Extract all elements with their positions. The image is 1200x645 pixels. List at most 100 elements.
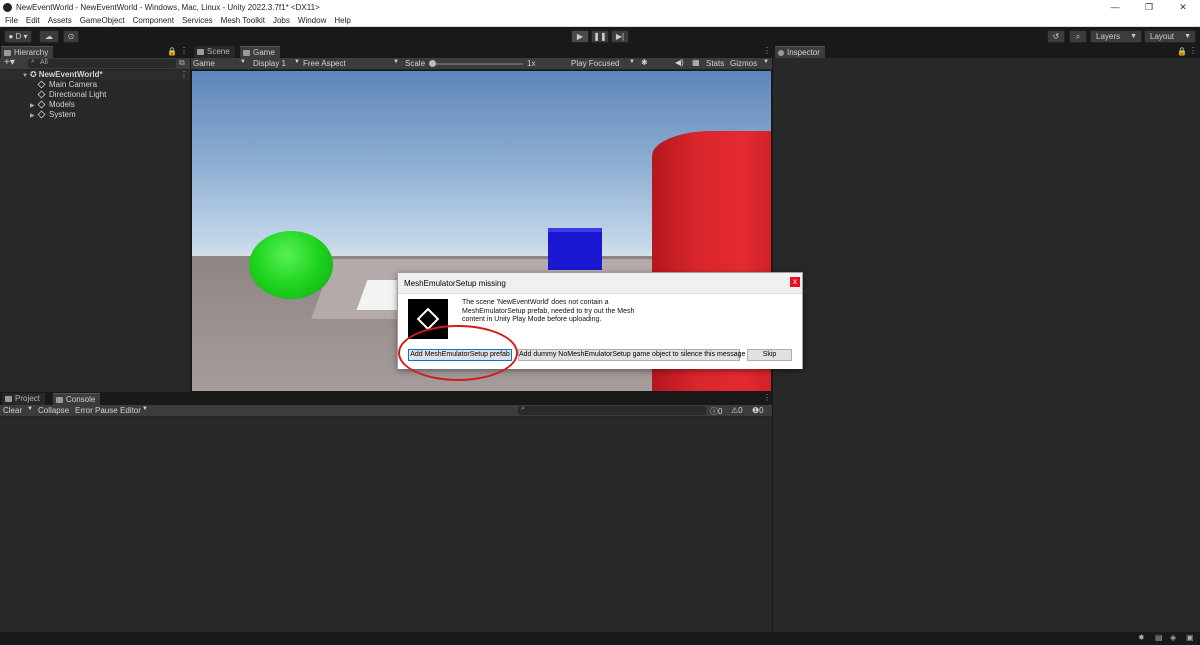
blue-cube (548, 228, 602, 270)
collapse-toggle[interactable]: Collapse (38, 406, 69, 415)
tab-inspector[interactable]: Inspector (775, 46, 825, 58)
tab-game[interactable]: Game (240, 46, 280, 58)
clear-dropdown[interactable]: Clear ▼ (3, 406, 35, 415)
hierarchy-item-models[interactable]: ▶ Models (0, 100, 75, 110)
window-title: NewEventWorld - NewEventWorld - Windows,… (16, 2, 320, 12)
editor-dropdown[interactable]: Editor ▼ (120, 406, 150, 415)
play-button[interactable]: ▶ (571, 30, 589, 43)
console-icon (56, 396, 63, 403)
play-focused-dropdown[interactable]: Play Focused ▼ (571, 59, 637, 68)
hierarchy-search-input[interactable]: ⌕ All (28, 58, 176, 68)
green-sphere (249, 231, 333, 299)
lock-icon[interactable]: 🔒 (1177, 47, 1187, 56)
hierarchy-item-main-camera[interactable]: Main Camera (0, 80, 97, 90)
log-count-toggle[interactable]: ⓘ0 (710, 406, 722, 417)
pause-icon: ❚❚ (593, 32, 607, 41)
step-button[interactable]: ▶| (611, 30, 629, 43)
menu-gameobject[interactable]: GameObject (80, 16, 125, 25)
chevron-down-icon: ▼ (1130, 33, 1137, 40)
more-options-icon[interactable]: ⋮ (180, 70, 188, 80)
menu-edit[interactable]: Edit (26, 16, 40, 25)
menu-mesh-toolkit[interactable]: Mesh Toolkit (221, 16, 265, 25)
dialog-close-button[interactable]: x (790, 277, 800, 287)
list-icon (4, 49, 11, 56)
add-plus-icon[interactable]: +▾ (4, 57, 15, 68)
cache-server-icon[interactable]: ▤ (1155, 633, 1163, 642)
chevron-down-icon: ▼ (294, 59, 300, 65)
main-toolbar: ● D ▾ ☁ ⊙ ▶ ❚❚ ▶| ↺ ⌕ Layers ▼ Layout ▼ (0, 28, 1200, 45)
hierarchy-item-system[interactable]: ▶ System (0, 110, 76, 120)
chevron-down-icon: ▼ (1184, 33, 1191, 40)
aspect-dropdown[interactable]: Free Aspect ▼ (303, 59, 401, 68)
tab-console[interactable]: Console (53, 393, 101, 405)
collab-icon: ⊙ (67, 32, 75, 41)
history-button[interactable]: ↺ (1047, 30, 1065, 43)
menu-component[interactable]: Component (133, 16, 174, 25)
gamepad-icon (243, 49, 250, 56)
lock-icon[interactable]: 🔒 (167, 47, 177, 56)
more-options-icon[interactable]: ⋮ (1189, 46, 1197, 55)
cloud-button[interactable]: ☁ (39, 30, 59, 43)
collab-button[interactable]: ⊙ (63, 30, 79, 43)
history-icon: ↺ (1052, 32, 1060, 41)
gizmos-dropdown[interactable]: Gizmos ▼ (730, 59, 770, 68)
hierarchy-toolbar: +▾ ⌕ All ⧉ (0, 57, 190, 70)
tab-scene[interactable]: Scene (194, 46, 235, 58)
console-search-input[interactable]: ⌕ (518, 405, 706, 415)
account-icon: ● (8, 32, 14, 41)
unity-logo-icon (3, 2, 12, 12)
error-pause-toggle[interactable]: Error Pause (75, 406, 118, 415)
menu-help[interactable]: Help (334, 16, 350, 25)
chevron-down-icon: ▼ (142, 406, 148, 412)
more-options-icon[interactable]: ⋮ (763, 393, 771, 402)
minimize-button[interactable]: — (1098, 0, 1132, 14)
shortcuts-icon[interactable]: ▦ (692, 58, 700, 67)
audio-mute-icon[interactable]: ◀) (675, 58, 684, 67)
add-dummy-button[interactable]: Add dummy NoMeshEmulatorSetup game objec… (518, 349, 745, 361)
menu-jobs[interactable]: Jobs (273, 16, 290, 25)
tab-project[interactable]: Project (2, 393, 45, 405)
menu-services[interactable]: Services (182, 16, 213, 25)
account-dropdown[interactable]: ● D ▾ (4, 30, 32, 43)
menu-file[interactable]: File (5, 16, 18, 25)
menu-window[interactable]: Window (298, 16, 326, 25)
game-view-dropdown[interactable]: Game ▼ (193, 59, 247, 68)
scale-slider-handle[interactable] (429, 60, 436, 67)
search-icon: ⌕ (31, 58, 35, 65)
dialog-title: MeshEmulatorSetup missing (404, 279, 506, 288)
close-window-button[interactable]: ✕ (1166, 0, 1200, 14)
chevron-down-icon: ▼ (629, 59, 635, 65)
layers-dropdown[interactable]: Layers ▼ (1090, 30, 1142, 43)
more-options-icon[interactable]: ⋮ (763, 46, 771, 55)
more-options-icon[interactable]: ⋮ (180, 46, 188, 55)
info-icon (778, 49, 784, 56)
search-icon: ⌕ (1075, 32, 1081, 41)
skip-button[interactable]: Skip (747, 349, 792, 361)
search-by-type-icon[interactable]: ⧉ (179, 58, 185, 68)
window-title-bar: NewEventWorld - NewEventWorld - Windows,… (0, 0, 1200, 14)
stats-button[interactable]: Stats (706, 59, 724, 68)
lighting-icon[interactable]: ✸ (1138, 633, 1145, 642)
status-bar: ✸ ▤ ◈ ▣ (0, 632, 1200, 645)
layout-dropdown[interactable]: Layout ▼ (1144, 30, 1196, 43)
restore-button[interactable]: ❐ (1132, 0, 1166, 14)
notifications-icon[interactable]: ▣ (1186, 633, 1194, 642)
display-dropdown[interactable]: Display 1 ▼ (253, 59, 301, 68)
expand-triangle-icon[interactable]: ▶ (30, 111, 38, 121)
scene-tab-icon (197, 48, 204, 55)
console-panel: Project Console ⋮ Clear ▼ Collapse Error … (0, 393, 772, 632)
menu-bar: File Edit Assets GameObject Component Se… (0, 14, 1200, 27)
scale-slider[interactable] (429, 60, 523, 67)
scene-row[interactable]: ▼ ✪ NewEventWorld* ⋮ (0, 70, 190, 80)
hierarchy-item-directional-light[interactable]: Directional Light (0, 90, 106, 100)
pause-button[interactable]: ❚❚ (591, 30, 609, 43)
menu-assets[interactable]: Assets (48, 16, 72, 25)
search-button[interactable]: ⌕ (1069, 30, 1087, 43)
layers-stack-icon[interactable]: ◈ (1170, 633, 1176, 642)
info-icon: ⓘ (710, 407, 718, 416)
warning-count-toggle[interactable]: ⚠0 (731, 406, 743, 415)
chevron-down-icon: ▼ (763, 59, 769, 65)
search-icon: ⌕ (521, 405, 525, 412)
bug-icon[interactable]: ✱ (641, 58, 648, 67)
error-count-toggle[interactable]: ❶0 (752, 406, 764, 415)
